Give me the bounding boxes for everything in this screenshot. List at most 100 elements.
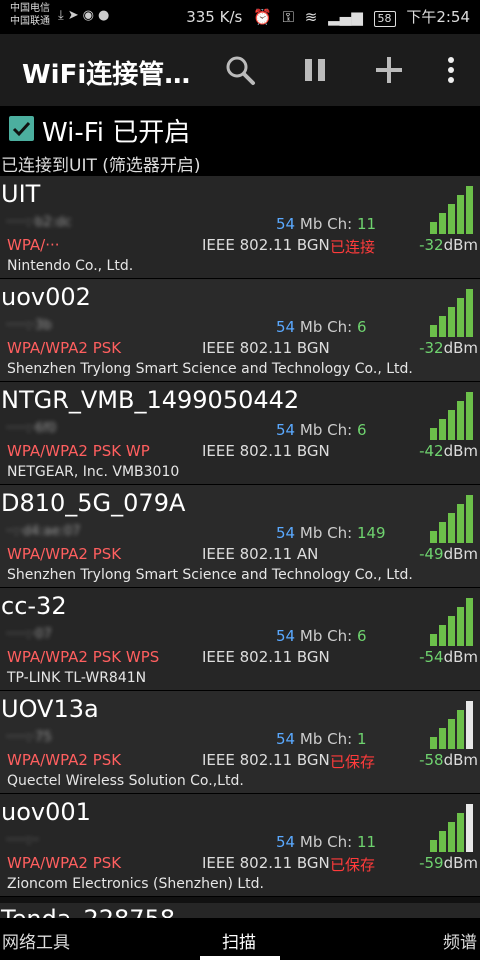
network-row-partial[interactable]: Tenda_228758 xyxy=(0,903,480,918)
signal-bar xyxy=(457,710,464,749)
tab-network-tools[interactable]: 网络工具 xyxy=(2,928,70,953)
channel-number: 6 xyxy=(356,421,367,439)
add-button[interactable] xyxy=(371,52,407,88)
app-toolbar: WiFi连接管… xyxy=(0,34,480,106)
carrier-1: 中国电信 xyxy=(10,3,50,14)
network-security: WPA/WPA2 PSK WP xyxy=(7,442,150,460)
signal-strength: -32dBm xyxy=(419,236,478,254)
link-rate: 54 xyxy=(276,215,296,233)
network-row[interactable]: UOV13a ·····:·75 54 Mb Ch: 1 WPA/WPA2 PSK IE… xyxy=(0,691,480,794)
carrier-info: 中国电信 中国联通 xyxy=(10,2,50,28)
signal-bar xyxy=(430,325,437,337)
search-button[interactable] xyxy=(222,52,258,88)
signal-bar xyxy=(439,728,446,749)
network-rate-channel: 54 Mb Ch: 6 xyxy=(276,627,367,645)
network-row[interactable]: D810_5G_079A ··:·d4:ae:07 54 Mb Ch: 149 WPA… xyxy=(0,485,480,588)
app-icon-2: ● xyxy=(98,8,114,23)
network-security: WPA/··· xyxy=(7,236,60,254)
channel-label: Ch: xyxy=(327,318,353,336)
network-rate-channel: 54 Mb Ch: 11 xyxy=(276,833,376,851)
signal-dbm-value: -54 xyxy=(419,648,444,666)
signal-bar xyxy=(466,804,473,852)
network-bssid: ·····:·· xyxy=(6,833,40,848)
network-rate-channel: 54 Mb Ch: 1 xyxy=(276,730,367,748)
signal-bar xyxy=(430,428,437,440)
active-tab-indicator xyxy=(200,956,280,960)
network-row[interactable]: uov002 ·····:·3b 54 Mb Ch: 6 WPA/WPA2 PSK IE… xyxy=(0,279,480,382)
tab-scan[interactable]: 扫描 xyxy=(222,928,256,953)
network-ssid: UIT xyxy=(1,180,41,208)
signal-bar xyxy=(457,298,464,337)
network-rate-channel: 54 Mb Ch: 6 xyxy=(276,318,367,336)
network-row[interactable]: uov001 ·····:·· 54 Mb Ch: 11 WPA/WPA2 PSK IE… xyxy=(0,794,480,897)
signal-bars-icon xyxy=(430,392,473,440)
signal-dbm-unit: dBm xyxy=(443,751,478,769)
network-speed: 335 K/s xyxy=(186,8,243,26)
network-bssid: ·····:·07 xyxy=(6,627,52,642)
signal-bars-icon xyxy=(430,804,473,852)
rate-unit: Mb xyxy=(299,421,323,439)
link-rate: 54 xyxy=(276,627,296,645)
wifi-status-title: Wi-Fi 已开启 xyxy=(42,118,191,148)
channel-number: 6 xyxy=(356,318,367,336)
channel-number: 11 xyxy=(356,215,377,233)
network-standard: IEEE 802.11 BGN xyxy=(202,854,330,872)
wifi-toggle-checkbox[interactable] xyxy=(9,116,34,141)
network-vendor: Nintendo Co., Ltd. xyxy=(7,258,134,274)
connected-status: 已连接到UIT (筛选器开启) xyxy=(1,156,201,176)
channel-number: 149 xyxy=(356,524,386,542)
signal-dbm-value: -58 xyxy=(419,751,444,769)
link-rate: 54 xyxy=(276,318,296,336)
network-bssid: ·····:·75 xyxy=(6,730,52,745)
network-vendor: TP-LINK TL-WR841N xyxy=(7,670,147,686)
signal-bar xyxy=(439,316,446,337)
search-icon xyxy=(226,56,255,85)
network-row[interactable]: UIT ·····:·b2:dc 54 Mb Ch: 11 WPA/··· IEEE 8… xyxy=(0,176,480,279)
tab-spectrum[interactable]: 频谱 xyxy=(443,928,477,953)
channel-label: Ch: xyxy=(327,421,353,439)
network-ssid: cc-32 xyxy=(1,592,67,620)
network-security: WPA/WPA2 PSK xyxy=(7,339,122,357)
signal-dbm-value: -49 xyxy=(419,545,444,563)
pause-button[interactable] xyxy=(297,52,333,88)
network-security: WPA/WPA2 PSK xyxy=(7,545,122,563)
signal-bars-icon xyxy=(430,598,473,646)
network-vendor: Quectel Wireless Solution Co.,Ltd. xyxy=(7,773,244,789)
channel-label: Ch: xyxy=(327,215,353,233)
signal-bar xyxy=(439,625,446,646)
rate-unit: Mb xyxy=(299,627,323,645)
send-icon: ➤ xyxy=(67,8,83,23)
signal-bar xyxy=(466,186,473,234)
network-ssid: UOV13a xyxy=(1,695,99,723)
network-status: 已保存 xyxy=(330,856,376,874)
signal-strength: -42dBm xyxy=(419,442,478,460)
network-bssid: ··:·d4:ae:07 xyxy=(6,524,81,539)
signal-dbm-unit: dBm xyxy=(443,442,478,460)
wifi-status-icon: ≋ xyxy=(304,8,318,26)
signal-bar xyxy=(448,513,455,543)
signal-strength: -49dBm xyxy=(419,545,478,563)
link-rate: 54 xyxy=(276,524,296,542)
signal-bar xyxy=(430,737,437,749)
network-security: WPA/WPA2 PSK WPS xyxy=(7,648,160,666)
notification-icons: ⤓➤◉● xyxy=(58,8,113,23)
clock: 下午2:54 xyxy=(406,8,470,26)
network-security: WPA/WPA2 PSK xyxy=(7,751,122,769)
network-rate-channel: 54 Mb Ch: 6 xyxy=(276,421,367,439)
network-row[interactable]: cc-32 ·····:·07 54 Mb Ch: 6 WPA/WPA2 PSK WP… xyxy=(0,588,480,691)
signal-bars-icon xyxy=(430,289,473,337)
status-bar: 中国电信 中国联通 ⤓➤◉● 335 K/s ⏰ ⚿ ≋ ▂▄▆ 58 下午2:… xyxy=(0,0,480,34)
network-ssid: uov001 xyxy=(1,798,91,826)
channel-number: 11 xyxy=(356,833,377,851)
overflow-menu-button[interactable] xyxy=(433,52,469,88)
rate-unit: Mb xyxy=(299,730,323,748)
signal-bar xyxy=(439,831,446,852)
alarm-icon: ⏰ xyxy=(253,8,272,26)
network-ssid: uov002 xyxy=(1,283,91,311)
channel-number: 6 xyxy=(356,627,367,645)
network-rate-channel: 54 Mb Ch: 149 xyxy=(276,524,386,542)
add-icon xyxy=(376,57,402,83)
signal-bar xyxy=(448,410,455,440)
signal-dbm-value: -32 xyxy=(419,339,444,357)
network-row[interactable]: NTGR_VMB_1499050442 ·····:·6f0 54 Mb Ch: 6… xyxy=(0,382,480,485)
